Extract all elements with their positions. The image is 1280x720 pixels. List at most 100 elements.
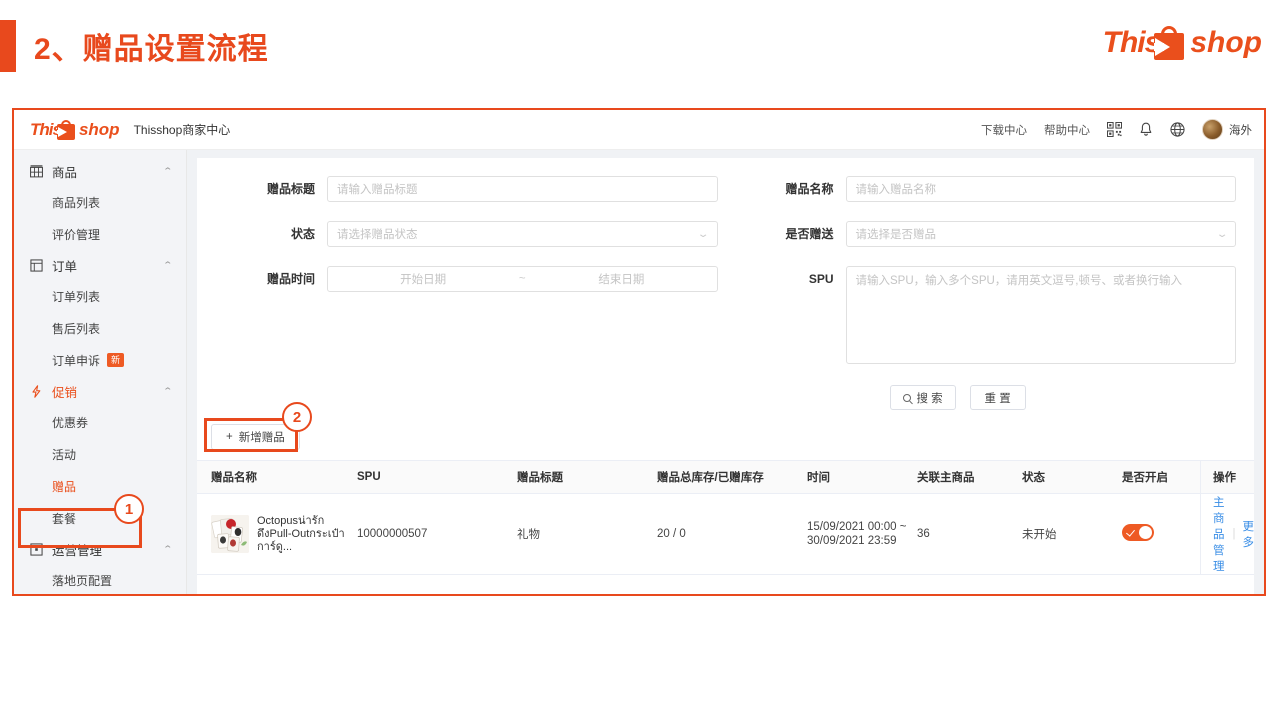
user-menu[interactable]: 海外: [1202, 119, 1252, 140]
field-spu-row: SPU 请输入SPU，输入多个SPU，请用英文逗号,顿号、或者换行输入: [734, 266, 1236, 364]
sidebar-item-label: 活动: [52, 447, 77, 462]
sidebar-group-operations[interactable]: 运营管理 ⌃: [14, 534, 186, 564]
sidebar-item-aftersale-list[interactable]: 售后列表: [14, 312, 186, 344]
app-topbar: This shop Thisshop商家中心 下载中心 帮助中心 海外: [14, 110, 1264, 150]
table-header-row: 赠品名称 SPU 赠品标题 赠品总库存/已赠库存 时间 关联主商品 状态 是否开…: [197, 460, 1254, 494]
sidebar-item-label: 落地页配置: [52, 573, 113, 588]
main-content: 赠品标题 请输入赠品标题 状态 请选择赠品状态 ⌄ 赠品时间 开始日期 ~ 结束…: [187, 150, 1264, 594]
column-header-time: 时间: [807, 472, 830, 484]
operations-icon: [30, 542, 43, 556]
toolbar: + 新增赠品 2: [197, 402, 1254, 460]
sidebar-item-gift[interactable]: 赠品: [14, 470, 186, 502]
chevron-up-icon: ⌃: [162, 165, 174, 176]
qr-code-icon[interactable]: [1107, 122, 1122, 137]
bell-icon[interactable]: [1139, 122, 1153, 137]
cell-actions: 主商品管理 | 更多: [1200, 494, 1254, 574]
more-link[interactable]: 更多: [1243, 518, 1255, 550]
search-icon: [903, 393, 912, 402]
sidebar-item-label: 优惠券: [52, 415, 89, 430]
field-gift-name-row: 赠品名称 请输入赠品名称: [734, 176, 1236, 202]
shopping-bag-arrow-icon: [56, 119, 76, 140]
sidebar-item-landing-page-config[interactable]: 落地页配置: [14, 564, 186, 594]
sidebar-group-goods[interactable]: 商品 ⌃: [14, 156, 186, 186]
enable-toggle[interactable]: [1122, 524, 1154, 541]
sidebar-group-promotion[interactable]: 促销 ⌃: [14, 376, 186, 406]
column-header-gift-name: 赠品名称: [211, 472, 257, 484]
reset-button[interactable]: 重 置: [969, 385, 1026, 410]
cell-stock: 20 / 0: [657, 528, 686, 540]
app-logo-text-shop: shop: [78, 119, 120, 139]
slide-header: 2、赠品设置流程: [0, 18, 269, 74]
cell-time: 15/09/2021 00:00 ~ 30/09/2021 23:59: [807, 521, 907, 547]
column-header-actions: 操作: [1200, 461, 1254, 493]
sidebar-group-goods-label: 商品: [52, 165, 78, 180]
sidebar-item-label: 套餐: [52, 511, 77, 526]
field-gift-name-label: 赠品名称: [785, 182, 834, 196]
help-center-link[interactable]: 帮助中心: [1044, 122, 1090, 138]
cell-status: 未开始: [1022, 529, 1057, 541]
column-header-spu: SPU: [357, 471, 381, 483]
search-button[interactable]: 搜 索: [890, 385, 956, 410]
sidebar-item-coupon[interactable]: 优惠券: [14, 406, 186, 438]
chevron-down-icon: ⌄: [1215, 228, 1229, 240]
sidebar-item-order-list[interactable]: 订单列表: [14, 280, 186, 312]
title-accent-bar: [0, 20, 16, 72]
app-logo[interactable]: This shop: [30, 119, 120, 140]
sidebar-group-order[interactable]: 订单 ⌃: [14, 250, 186, 280]
action-separator: |: [1232, 528, 1236, 540]
brand-logo: This shop: [1103, 18, 1262, 68]
cell-spu: 10000000507: [357, 528, 428, 540]
product-name: Octopusน่ารักดึงPull-Outกระเป๋าการ์ดู...: [257, 514, 345, 553]
column-header-enabled: 是否开启: [1122, 472, 1168, 484]
is-gift-select-value: 请选择是否赠品: [855, 229, 937, 241]
gift-name-input[interactable]: 请输入赠品名称: [845, 176, 1236, 202]
field-spu-label: SPU: [808, 272, 834, 286]
download-center-link[interactable]: 下载中心: [981, 122, 1027, 138]
table-row: Octopusน่ารักดึงPull-Outกระเป๋าการ์ดู...…: [197, 494, 1254, 575]
gift-title-input[interactable]: 请输入赠品标题: [327, 176, 718, 202]
chevron-up-icon: ⌃: [162, 543, 174, 554]
topbar-actions: 下载中心 帮助中心 海外: [981, 119, 1252, 140]
globe-icon[interactable]: [1170, 122, 1185, 137]
status-select-value: 请选择赠品状态: [337, 229, 418, 241]
search-form: 赠品标题 请输入赠品标题 状态 请选择赠品状态 ⌄ 赠品时间 开始日期 ~ 结束…: [197, 176, 1254, 383]
order-icon: [30, 258, 43, 272]
sidebar-group-promotion-label: 促销: [52, 385, 78, 400]
gift-time-daterange[interactable]: 开始日期 ~ 结束日期: [327, 266, 718, 292]
field-status-label: 状态: [290, 227, 315, 241]
end-date-input[interactable]: 结束日期: [532, 271, 710, 287]
product-thumbnail: [211, 515, 249, 553]
field-is-gift-row: 是否赠送 请选择是否赠品 ⌄: [734, 221, 1236, 247]
cell-enabled: [1122, 524, 1200, 544]
sidebar-item-label: 评价管理: [52, 227, 101, 242]
cell-related-goods: 36: [917, 528, 930, 540]
spu-textarea[interactable]: 请输入SPU，输入多个SPU，请用英文逗号,顿号、或者换行输入: [845, 266, 1236, 364]
sidebar-item-label: 订单申诉: [52, 353, 101, 368]
app-body: 商品 ⌃ 商品列表 评价管理 订单 ⌃ 订单列表 售后列表 订单申诉 新 促销 …: [14, 150, 1264, 594]
start-date-input[interactable]: 开始日期: [334, 271, 512, 287]
sidebar-item-review-manage[interactable]: 评价管理: [14, 218, 186, 250]
sidebar-item-label: 售后列表: [52, 321, 101, 336]
search-button-label: 搜 索: [916, 392, 943, 405]
column-header-gift-title: 赠品标题: [517, 472, 563, 484]
field-is-gift-label: 是否赠送: [785, 227, 834, 241]
sidebar-item-goods-list[interactable]: 商品列表: [14, 186, 186, 218]
sidebar: 商品 ⌃ 商品列表 评价管理 订单 ⌃ 订单列表 售后列表 订单申诉 新 促销 …: [14, 150, 187, 594]
sidebar-item-package[interactable]: 套餐: [14, 502, 186, 534]
main-goods-manage-link[interactable]: 主商品管理: [1213, 494, 1226, 574]
app-brand-subtitle: Thisshop商家中心: [133, 123, 231, 137]
column-header-related-goods: 关联主商品: [917, 472, 975, 484]
gift-panel: 赠品标题 请输入赠品标题 状态 请选择赠品状态 ⌄ 赠品时间 开始日期 ~ 结束…: [197, 158, 1254, 594]
status-select[interactable]: 请选择赠品状态 ⌄: [327, 221, 718, 247]
is-gift-select[interactable]: 请选择是否赠品 ⌄: [845, 221, 1236, 247]
field-gift-title-row: 赠品标题 请输入赠品标题: [215, 176, 718, 202]
date-separator: ~: [518, 273, 526, 285]
avatar-label: 海外: [1229, 124, 1252, 137]
add-gift-button-label: 新增赠品: [238, 432, 285, 444]
sidebar-item-activity[interactable]: 活动: [14, 438, 186, 470]
search-form-right-column: 赠品名称 请输入赠品名称 是否赠送 请选择是否赠品 ⌄ SPU 请输入SPU，输…: [726, 176, 1245, 383]
avatar: [1202, 119, 1223, 140]
chevron-down-icon: ⌄: [697, 228, 710, 240]
sidebar-item-label: 订单列表: [52, 289, 101, 304]
sidebar-item-order-appeal[interactable]: 订单申诉 新: [14, 344, 186, 376]
